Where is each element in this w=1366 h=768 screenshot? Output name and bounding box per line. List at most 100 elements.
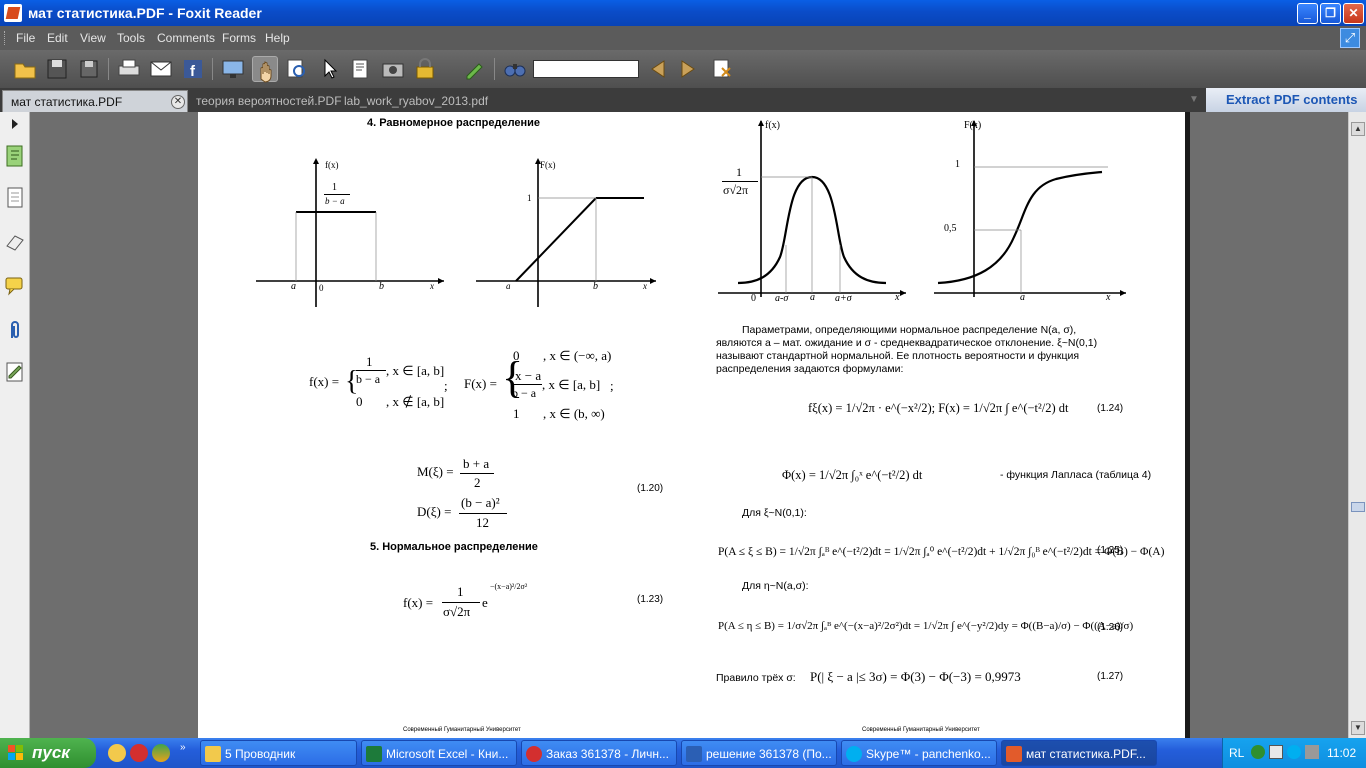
normal-density-num: 1: [457, 584, 464, 599]
facebook-icon[interactable]: f: [180, 56, 206, 82]
find-icon[interactable]: [502, 56, 528, 82]
opera-icon[interactable]: [130, 744, 148, 762]
eq-number-1-23: (1.23): [637, 594, 664, 605]
tab-label: lab_work_ryabov_2013.pdf: [344, 94, 489, 108]
taskbar-order-label: Заказ 361378 - Личн...: [546, 747, 669, 761]
paragraph-line-1: Параметрами, определяющими нормальное ра…: [742, 324, 1077, 336]
mail-agent-icon[interactable]: [108, 744, 126, 762]
find-previous-icon[interactable]: [644, 56, 670, 82]
chrome-icon[interactable]: [152, 744, 170, 762]
density-case1-num: 1: [366, 354, 373, 369]
standard-normal-formulas: fξ(x) = 1/√2π · e^(−x²/2); F(x) = 1/√2π …: [808, 401, 1069, 415]
scroll-up-icon[interactable]: ▲: [1351, 122, 1365, 136]
menu-forms[interactable]: Forms: [222, 31, 256, 45]
maximize-button[interactable]: ❐: [1320, 3, 1341, 24]
expand-panel-icon[interactable]: [4, 116, 26, 140]
normal-peak-num: 1: [736, 165, 742, 179]
normal-origin-label: 0: [751, 293, 756, 304]
taskbar-skype[interactable]: Skype™ - panchenko...: [841, 740, 997, 766]
tab-teoriya-veroyatnostey[interactable]: теория вероятностей.PDF: [188, 90, 350, 112]
foxit-icon: [1006, 746, 1022, 762]
density-case1-cond: , x ∈ [a, b]: [386, 363, 445, 378]
attachments-icon[interactable]: [4, 318, 26, 342]
display-icon[interactable]: [1269, 745, 1283, 759]
start-button[interactable]: пуск: [0, 738, 96, 768]
find-next-icon[interactable]: [676, 56, 702, 82]
uniform-density-numerator: 1: [332, 182, 337, 193]
eq-number-1-25: (1.25): [1097, 545, 1124, 556]
menu-file[interactable]: File: [16, 31, 35, 45]
eq-number-1-27: (1.27): [1097, 671, 1124, 682]
folder-icon: [205, 746, 221, 762]
three-sigma-rule-label: Правило трёх σ:: [716, 672, 796, 684]
navigation-panel: [0, 112, 30, 738]
open-icon[interactable]: [12, 56, 38, 82]
cdf-semicolon: ;: [610, 378, 614, 393]
quick-launch-chevron-icon[interactable]: »: [180, 742, 186, 753]
scroll-thumb[interactable]: [1351, 502, 1365, 512]
bookmarks-icon[interactable]: [4, 144, 26, 168]
volume-icon[interactable]: [1305, 745, 1319, 759]
language-indicator[interactable]: RL: [1229, 746, 1244, 760]
select-text-icon[interactable]: [348, 56, 374, 82]
print-icon[interactable]: [116, 56, 142, 82]
scroll-down-icon[interactable]: ▼: [1351, 721, 1365, 735]
tab-lab-work[interactable]: lab_work_ryabov_2013.pdf: [336, 90, 496, 112]
restore-document-icon[interactable]: ⤢: [1340, 28, 1360, 48]
sign-icon[interactable]: [462, 56, 488, 82]
taskbar-order[interactable]: Заказ 361378 - Личн...: [521, 740, 677, 766]
skype-tray-icon[interactable]: [1287, 745, 1301, 759]
windows-taskbar: пуск » 5 Проводник Microsoft Excel - Кни…: [0, 738, 1366, 768]
taskbar-skype-label: Skype™ - panchenko...: [866, 747, 991, 761]
menu-view[interactable]: View: [80, 31, 106, 45]
rms-lock-icon[interactable]: [412, 56, 438, 82]
minimize-button[interactable]: _: [1297, 3, 1318, 24]
taskbar-excel[interactable]: Microsoft Excel - Кни...: [361, 740, 517, 766]
layers-icon[interactable]: [4, 230, 26, 254]
signatures-icon[interactable]: [4, 360, 26, 384]
extract-pdf-contents-link[interactable]: Extract PDF contents: [1206, 88, 1366, 112]
comments-icon[interactable]: [4, 274, 26, 298]
zoom-tool-icon[interactable]: [284, 56, 310, 82]
system-tray: RL 11:02: [1222, 738, 1366, 768]
select-pointer-icon[interactable]: [316, 56, 342, 82]
excel-icon: [366, 746, 382, 762]
normal-cdf-half: 0,5: [944, 223, 957, 234]
page-footer-right: Современный Гуманитарный Университет: [862, 727, 980, 733]
tab-close-icon[interactable]: ✕: [171, 95, 185, 109]
close-button[interactable]: ✕: [1343, 3, 1364, 24]
menu-help[interactable]: Help: [265, 31, 290, 45]
density-case1-den: b − a: [356, 372, 381, 386]
windows-flag-icon: [8, 745, 23, 760]
normal-cdf-a: a: [1020, 292, 1025, 303]
pages-icon[interactable]: [4, 186, 26, 210]
menu-comments[interactable]: Comments: [157, 31, 215, 45]
hand-tool-icon[interactable]: [252, 56, 278, 83]
cdf-case2-cond: , x ∈ [a, b]: [542, 377, 601, 392]
tab-mat-statistika[interactable]: мат статистика.PDF ✕: [2, 90, 188, 112]
uniform-cdf-b-label: b: [593, 281, 598, 292]
tab-list-chevron-icon[interactable]: ▼: [1189, 94, 1199, 105]
search-options-icon[interactable]: [710, 56, 736, 82]
page-edge: [1185, 112, 1190, 738]
menu-edit[interactable]: Edit: [47, 31, 68, 45]
save-as-icon[interactable]: [76, 56, 102, 82]
clock: 11:02: [1327, 746, 1357, 760]
email-icon[interactable]: [148, 56, 174, 82]
uniform-x-label: x: [430, 281, 434, 291]
normal-density-den: σ√2π: [443, 604, 471, 619]
vertical-scrollbar[interactable]: ▲ ▼: [1348, 112, 1366, 738]
taskbar-word[interactable]: решение 361378 (По...: [681, 740, 837, 766]
normal-f-axis-label: f(x): [765, 120, 780, 131]
taskbar-foxit[interactable]: мат статистика.PDF...: [1001, 740, 1157, 766]
document-canvas[interactable]: 4. Равномерное распределение f(x) 1 b − …: [31, 112, 1348, 738]
snapshot-icon[interactable]: [380, 56, 406, 82]
find-input[interactable]: [533, 60, 639, 78]
fullscreen-icon[interactable]: [220, 56, 246, 82]
taskbar-explorer[interactable]: 5 Проводник: [200, 740, 357, 766]
network-icon[interactable]: [1251, 745, 1265, 759]
menu-tools[interactable]: Tools: [117, 31, 145, 45]
case-eta-label: Для η~N(a,σ):: [742, 580, 809, 592]
save-icon[interactable]: [44, 56, 70, 82]
three-sigma-rule-formula: P(| ξ − a |≤ 3σ) = Φ(3) − Φ(−3) = 0,9973: [810, 669, 1021, 684]
